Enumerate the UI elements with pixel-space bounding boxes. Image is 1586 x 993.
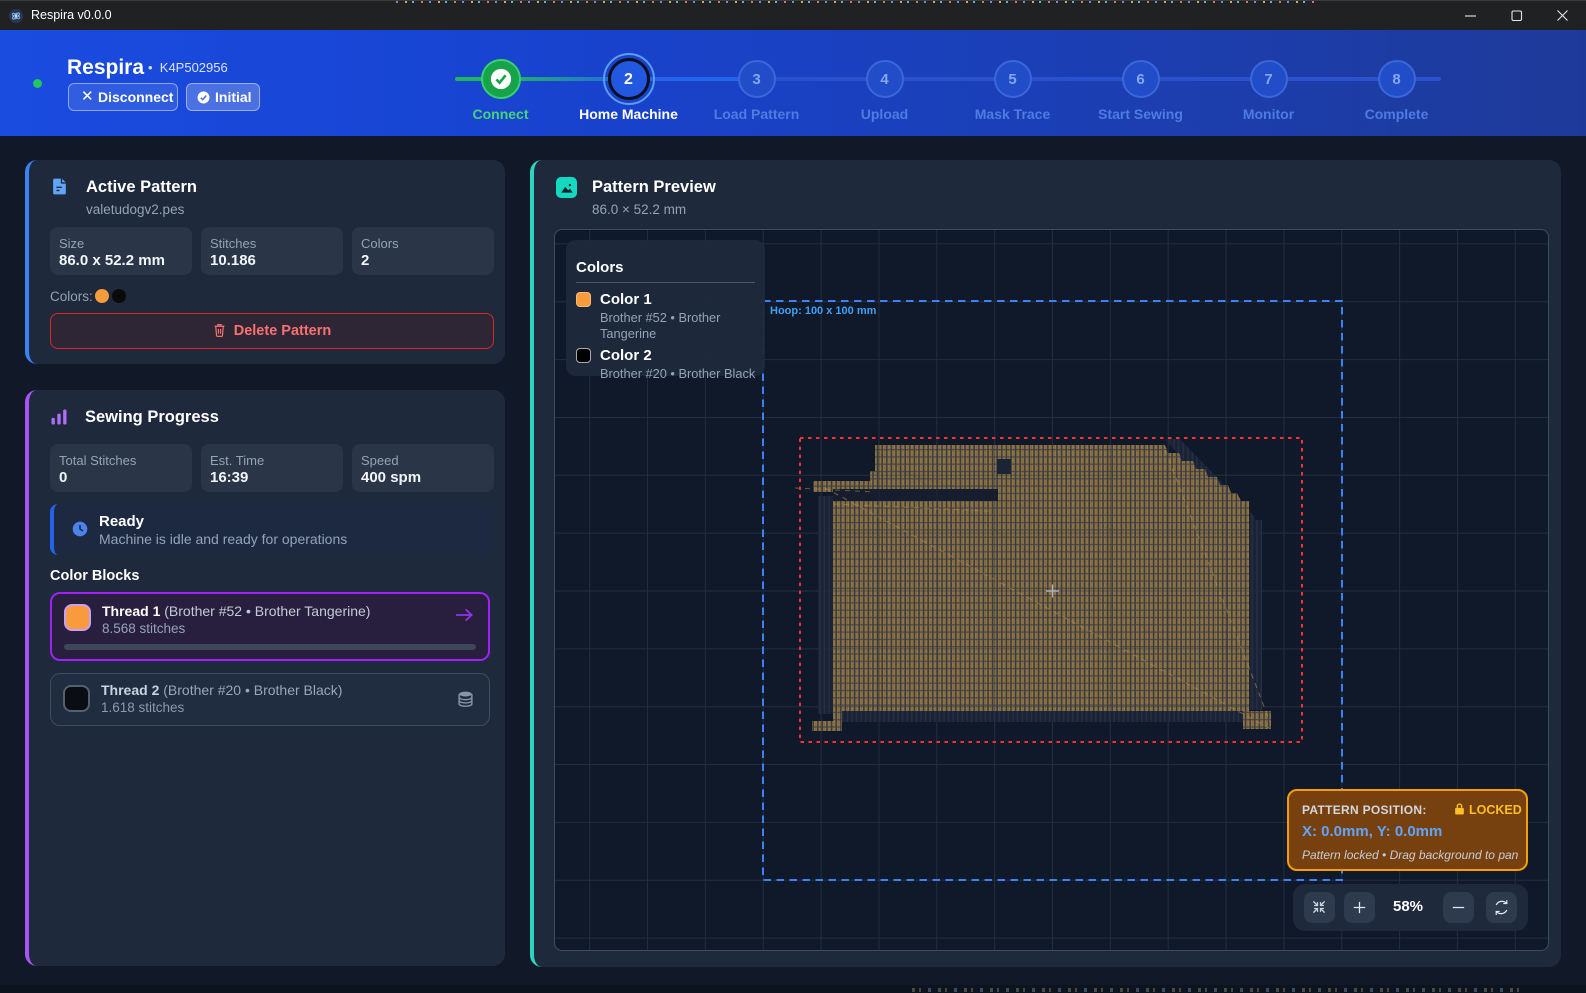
svg-text:Hoop: 100 x 100 mm: Hoop: 100 x 100 mm: [770, 305, 877, 317]
